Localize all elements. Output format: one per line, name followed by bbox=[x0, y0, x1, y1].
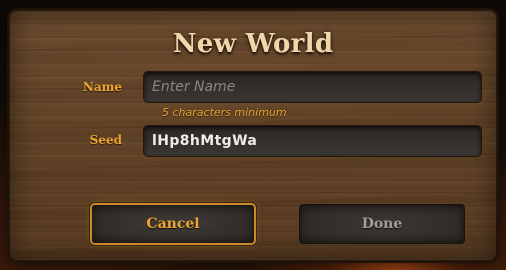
done-button[interactable]: Done bbox=[300, 205, 464, 243]
name-input[interactable] bbox=[144, 72, 481, 102]
seed-label: Seed bbox=[89, 133, 122, 147]
name-label: Name bbox=[82, 80, 122, 94]
new-world-dialog: New World Name 5 characters minimum Seed… bbox=[9, 10, 497, 261]
seed-input[interactable] bbox=[144, 126, 481, 156]
dialog-title: New World bbox=[172, 29, 334, 59]
cancel-button[interactable]: Cancel bbox=[92, 205, 254, 243]
name-field[interactable] bbox=[144, 72, 481, 102]
seed-field[interactable] bbox=[144, 126, 481, 156]
name-hint: 5 characters minimum bbox=[162, 106, 287, 119]
